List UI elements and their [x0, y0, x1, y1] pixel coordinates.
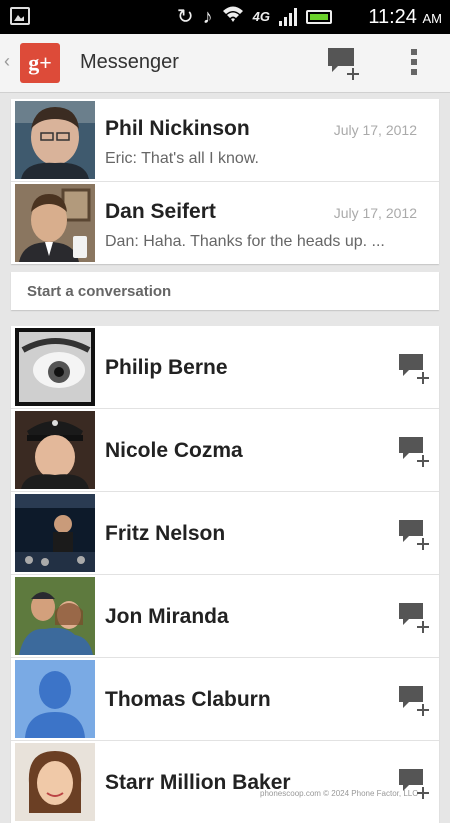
avatar: [15, 577, 95, 655]
contact-row[interactable]: Jon Miranda: [11, 575, 439, 658]
conversation-row[interactable]: Phil Nickinson July 17, 2012 Eric: That'…: [11, 99, 439, 182]
mute-icon: ♪: [202, 6, 213, 28]
avatar: [15, 743, 95, 821]
message-preview: Dan: Haha. Thanks for the heads up. ...: [105, 233, 385, 250]
avatar: [15, 328, 95, 406]
signal-icon: [279, 8, 297, 26]
contact-name: Phil Nickinson: [105, 117, 250, 140]
section-header: Start a conversation: [11, 272, 439, 310]
start-chat-icon[interactable]: [397, 601, 433, 635]
start-chat-icon[interactable]: [397, 518, 433, 552]
status-bar: ↻ ♪ 4G 11:24 AM: [0, 0, 450, 34]
network-type: 4G: [252, 9, 270, 24]
clock-ampm: AM: [422, 11, 443, 26]
clock: 11:24 AM: [368, 6, 442, 29]
google-plus-icon[interactable]: g+: [20, 43, 60, 83]
contact-row[interactable]: Nicole Cozma: [11, 409, 439, 492]
start-chat-icon[interactable]: [397, 352, 433, 386]
battery-icon: [306, 10, 332, 24]
image-icon: [10, 7, 30, 25]
overflow-menu-icon[interactable]: [404, 46, 424, 80]
footer-credit: phonescoop.com © 2024 Phone Factor, LLC: [260, 789, 418, 798]
clock-time: 11:24: [368, 6, 417, 28]
start-chat-icon[interactable]: [397, 435, 433, 469]
contact-name: Philip Berne: [105, 356, 228, 379]
conversation-row[interactable]: Dan Seifert July 17, 2012 Dan: Haha. Tha…: [11, 182, 439, 264]
contact-row[interactable]: Philip Berne: [11, 326, 439, 409]
contact-name: Fritz Nelson: [105, 522, 226, 545]
up-chevron-icon[interactable]: ‹: [4, 51, 10, 72]
section-label: Start a conversation: [27, 283, 172, 300]
avatar: [15, 101, 95, 179]
app-title: Messenger: [80, 51, 179, 73]
contact-row[interactable]: Fritz Nelson: [11, 492, 439, 575]
wifi-icon: [222, 5, 244, 29]
status-icons: ↻ ♪ 4G: [177, 5, 332, 29]
contact-name: Jon Miranda: [105, 605, 229, 628]
new-conversation-icon[interactable]: [326, 46, 364, 82]
sync-icon: ↻: [176, 6, 194, 28]
avatar: [15, 184, 95, 262]
avatar: [15, 411, 95, 489]
contact-name: Nicole Cozma: [105, 439, 243, 462]
avatar: [15, 494, 95, 572]
conversation-list: Phil Nickinson July 17, 2012 Eric: That'…: [11, 99, 439, 264]
action-bar: ‹ g+ Messenger: [0, 34, 450, 93]
contact-name: Dan Seifert: [105, 200, 216, 223]
contact-name: Thomas Claburn: [105, 688, 271, 711]
watermark: Phone scoop: [296, 704, 407, 775]
conversation-date: July 17, 2012: [333, 205, 417, 221]
default-avatar-icon: [15, 660, 95, 738]
conversation-date: July 17, 2012: [333, 122, 417, 138]
message-preview: Eric: That's all I know.: [105, 150, 259, 167]
